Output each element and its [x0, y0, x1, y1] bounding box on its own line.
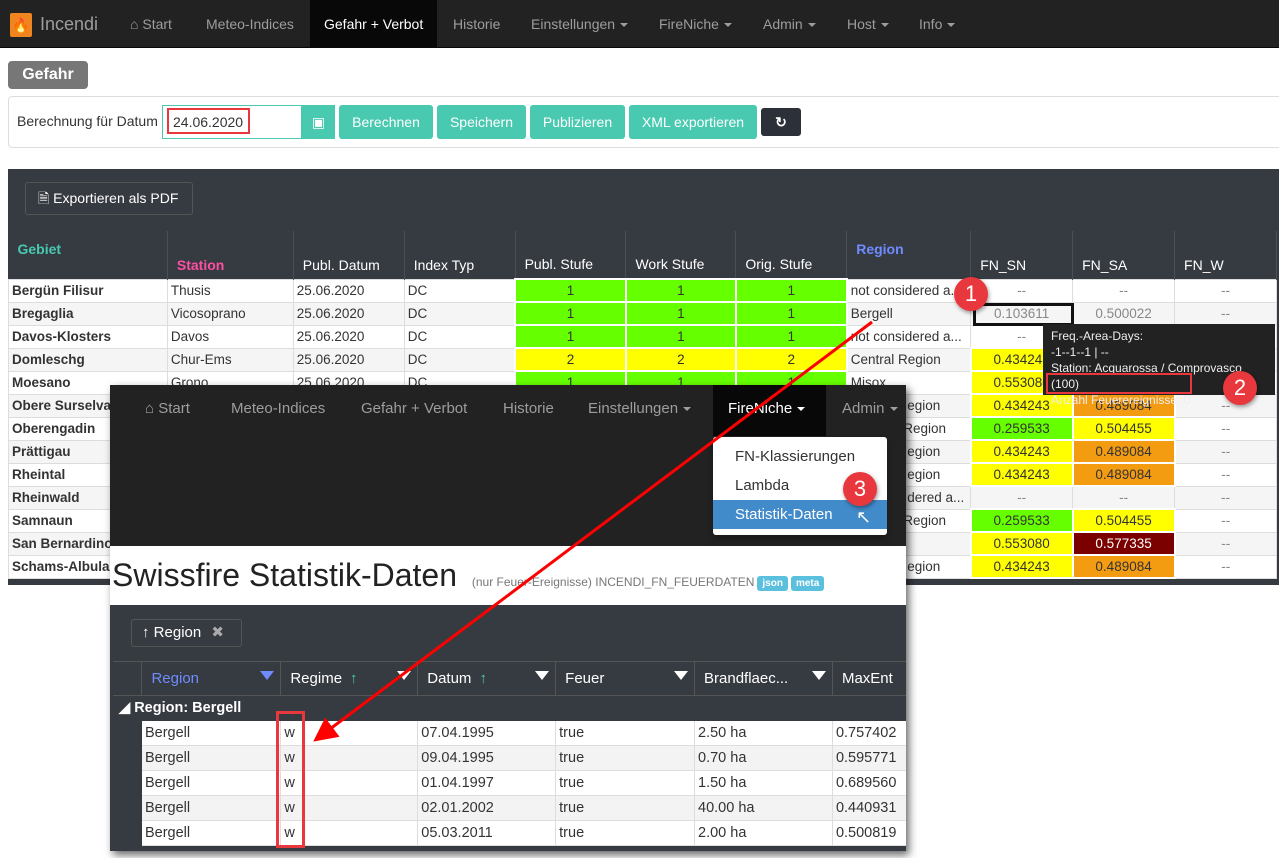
step-badge-1: 1: [954, 277, 988, 311]
step-badge-3: 3: [843, 472, 877, 506]
annotation-arrow: [313, 320, 873, 742]
step-badge-2: 2: [1223, 371, 1257, 405]
